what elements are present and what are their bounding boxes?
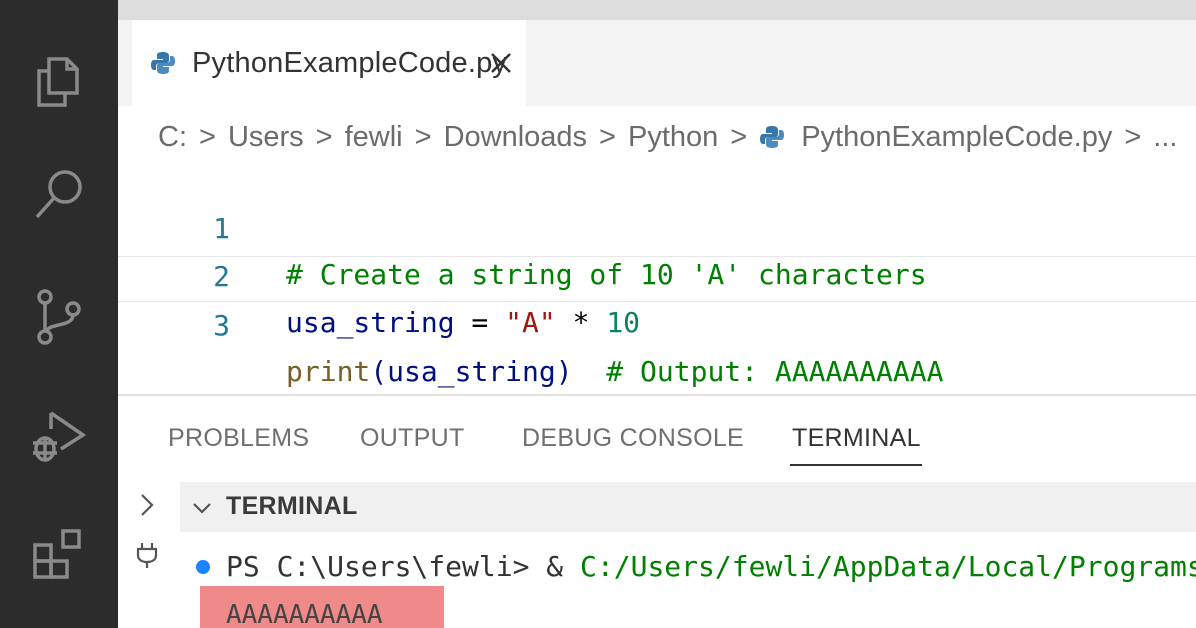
tab-terminal[interactable]: TERMINAL <box>792 424 921 453</box>
terminal-command-line: PS C:\Users\fewli> & C:/Users/fewli/AppD… <box>226 550 1196 583</box>
chevron-down-icon[interactable] <box>190 496 214 520</box>
explorer-icon[interactable] <box>24 46 94 116</box>
code-variable: usa_string <box>286 306 455 339</box>
code-arguments: (usa_string) <box>370 355 573 388</box>
terminal-output-area[interactable]: PS C:\Users\fewli> & C:/Users/fewli/AppD… <box>180 532 1196 628</box>
python-file-icon <box>151 52 175 74</box>
chevron-right-icon: > <box>599 120 616 153</box>
terminal-command-path: C:/Users/fewli/AppData/Local/Programs/Py… <box>580 550 1196 583</box>
breadcrumb: C: > Users > fewli > Downloads > Python … <box>158 116 1177 158</box>
code-line-current[interactable]: 3 print(usa_string) # Output: AAAAAAAAAA <box>118 256 1196 388</box>
tab-output[interactable]: OUTPUT <box>360 424 465 453</box>
panel-tab-bar: PROBLEMS OUTPUT DEBUG CONSOLE TERMINAL <box>118 396 1196 482</box>
activity-bar <box>0 0 118 628</box>
terminal-prompt: PS C:\Users\fewli> & <box>226 550 581 583</box>
code-function: print <box>286 355 371 388</box>
breadcrumb-item-fewli[interactable]: fewli <box>345 121 403 154</box>
terminal-section-header[interactable]: TERMINAL <box>180 482 1196 532</box>
terminal-output: AAAAAAAAAA <box>200 586 444 628</box>
code-string: "A" <box>505 306 556 339</box>
code-editor[interactable]: 1 # Create a string of 10 'A' characters… <box>118 160 1196 392</box>
close-icon[interactable] <box>488 50 514 76</box>
breadcrumb-item-downloads[interactable]: Downloads <box>444 121 587 154</box>
active-tab-indicator <box>790 464 922 466</box>
tab-debug-console[interactable]: DEBUG CONSOLE <box>522 424 744 453</box>
line-number: 3 <box>213 309 230 342</box>
code-operator: = <box>454 306 506 339</box>
search-icon[interactable] <box>24 160 94 230</box>
chevron-right-icon: > <box>315 120 333 153</box>
chevron-right-icon: > <box>730 120 748 153</box>
editor-tab-bar: PythonExampleCode.py <box>118 20 1196 106</box>
chevron-right-icon: > <box>1124 120 1142 153</box>
code-comment: # Output: AAAAAAAAAA <box>572 355 944 388</box>
source-control-icon[interactable] <box>24 282 94 352</box>
tab-filename: PythonExampleCode.py <box>192 46 508 79</box>
breadcrumb-item-file[interactable]: PythonExampleCode.py <box>801 121 1112 154</box>
chevron-right-icon: > <box>414 120 432 153</box>
breadcrumb-item-drive[interactable]: C: <box>158 121 187 154</box>
tab-problems[interactable]: PROBLEMS <box>168 424 309 453</box>
plug-icon[interactable] <box>132 540 162 570</box>
extensions-icon[interactable] <box>24 520 94 590</box>
code-line[interactable]: 1 # Create a string of 10 'A' characters <box>118 160 1196 291</box>
breadcrumb-item-more[interactable]: ... <box>1153 121 1177 154</box>
command-status-icon[interactable] <box>196 560 210 574</box>
terminal-side-toolbar <box>118 482 178 628</box>
chevron-right-icon[interactable] <box>132 490 162 520</box>
editor-tab-pythonexample[interactable]: PythonExampleCode.py <box>132 20 526 106</box>
chevron-right-icon: > <box>199 120 216 153</box>
title-bar <box>118 0 1196 20</box>
run-debug-icon[interactable] <box>24 400 94 470</box>
breadcrumb-item-python[interactable]: Python <box>628 121 718 154</box>
code-line[interactable]: 2 usa_string = "A" * 10 <box>118 208 1196 339</box>
breadcrumb-item-users[interactable]: Users <box>228 121 304 154</box>
code-number: 10 <box>606 306 641 339</box>
terminal-title: TERMINAL <box>226 492 358 520</box>
code-operator: * <box>555 306 607 339</box>
python-file-icon <box>760 126 785 148</box>
